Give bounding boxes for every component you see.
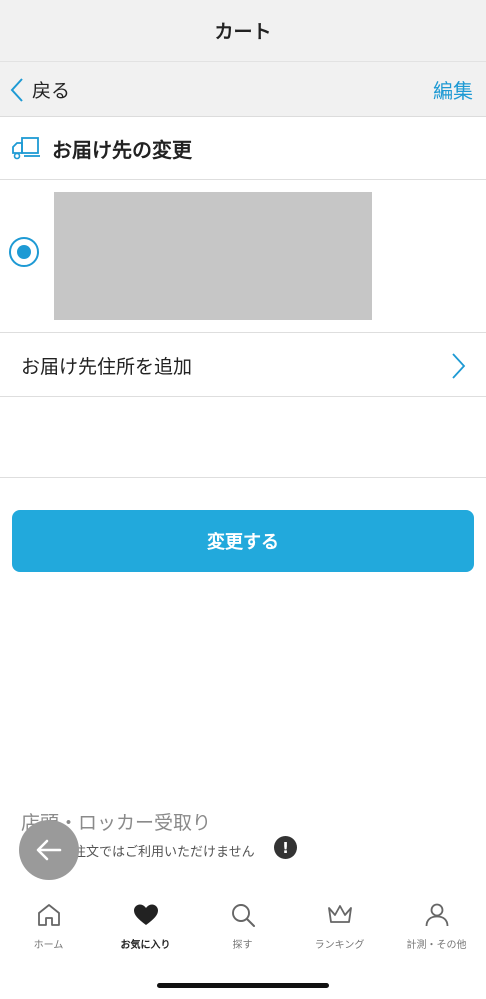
tab-measure-other[interactable]: 計測・その他: [388, 890, 485, 960]
person-icon: [425, 903, 449, 927]
heart-icon: [134, 904, 158, 925]
section-header: お届け先の変更: [0, 117, 486, 180]
change-button[interactable]: 変更する: [12, 510, 474, 572]
tab-home[interactable]: ホーム: [0, 890, 97, 960]
tab-search[interactable]: 探す: [194, 890, 291, 960]
home-indicator[interactable]: [157, 983, 329, 988]
add-address-label: お届け先住所を追加: [21, 356, 193, 378]
home-icon: [38, 904, 60, 926]
address-radio-button[interactable]: [9, 237, 39, 267]
store-locker-pickup-option: 店頭・ロッカー受取り 今回のご注文ではご利用いただけません !: [0, 397, 486, 860]
search-icon: [232, 904, 255, 927]
back-button[interactable]: 戻る: [10, 62, 70, 117]
redacted-address: [54, 192, 372, 320]
crown-icon: [328, 905, 352, 923]
chevron-right-icon: [452, 353, 466, 379]
bottom-tab-bar: ホーム お気に入り 探す ランキング 計測・その他: [0, 890, 486, 960]
arrow-left-icon: [36, 839, 62, 861]
chevron-left-icon: [10, 77, 23, 102]
add-address-row[interactable]: お届け先住所を追加: [0, 334, 486, 397]
exclamation-icon[interactable]: !: [274, 836, 297, 859]
tab-home-label: ホーム: [33, 940, 64, 951]
tab-ranking[interactable]: ランキング: [291, 890, 388, 960]
back-button-label: 戻る: [32, 80, 71, 102]
tab-favorites[interactable]: お気に入り: [97, 890, 194, 960]
section-title: お届け先の変更: [52, 138, 192, 162]
tab-search-label: 探す: [232, 940, 253, 951]
tab-ranking-label: ランキング: [314, 940, 365, 951]
floating-back-button[interactable]: [19, 820, 79, 880]
edit-button[interactable]: 編集: [433, 62, 473, 117]
page-title: カート: [214, 21, 272, 43]
truck-icon: [12, 137, 40, 160]
navigation-bar: 戻る 編集: [0, 62, 486, 117]
tab-favorites-label: お気に入り: [120, 940, 171, 951]
title-bar: カート: [0, 0, 486, 62]
tab-measure-other-label: 計測・その他: [406, 940, 467, 951]
